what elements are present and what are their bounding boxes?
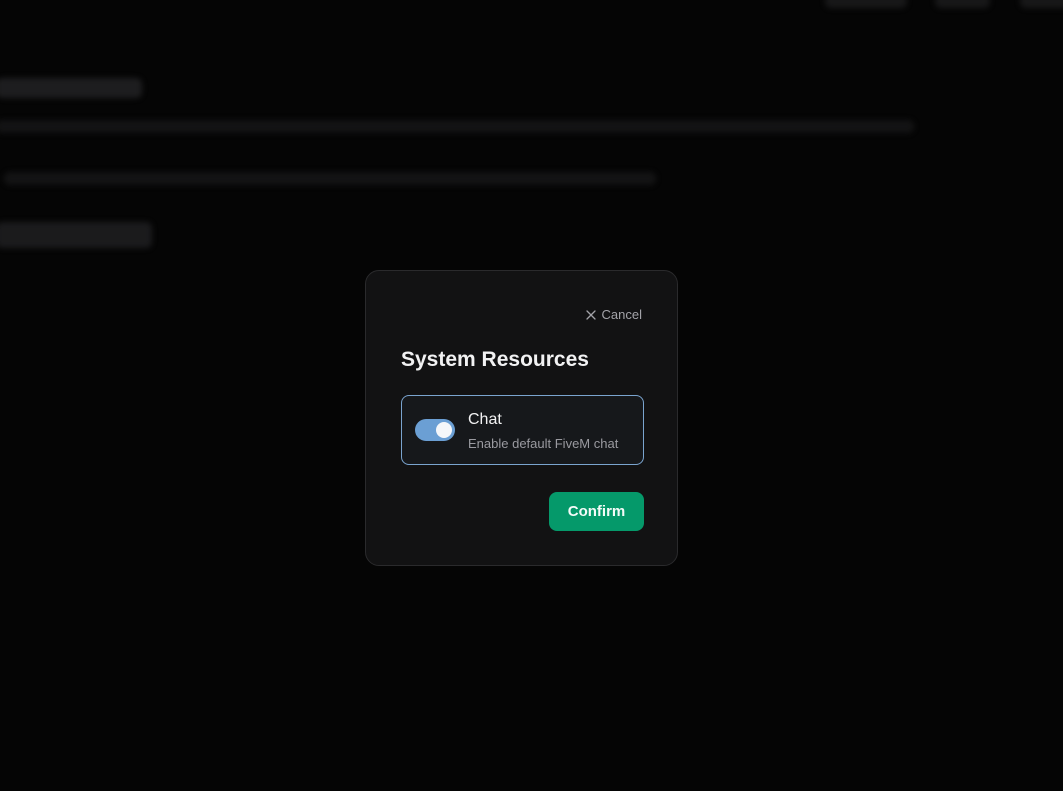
- chat-toggle[interactable]: [415, 419, 455, 441]
- blurred-text-line: [0, 120, 914, 133]
- option-title: Chat: [468, 411, 502, 428]
- toggle-knob: [436, 422, 452, 438]
- chat-option-card[interactable]: Chat Enable default FiveM chat: [401, 395, 644, 465]
- confirm-button[interactable]: Confirm: [549, 492, 644, 531]
- cancel-label: Cancel: [601, 307, 642, 322]
- blurred-nav-item: [1020, 0, 1063, 8]
- system-resources-modal: Cancel System Resources Chat Enable defa…: [365, 270, 678, 566]
- blurred-nav-item: [935, 0, 990, 8]
- blurred-button: [0, 222, 152, 248]
- modal-title: System Resources: [401, 348, 589, 371]
- close-icon: [585, 309, 596, 320]
- option-description: Enable default FiveM chat: [468, 436, 619, 451]
- cancel-button[interactable]: Cancel: [585, 307, 642, 322]
- blurred-heading: [0, 78, 142, 98]
- blurred-text-line: [4, 172, 656, 185]
- blurred-nav-item: [825, 0, 907, 8]
